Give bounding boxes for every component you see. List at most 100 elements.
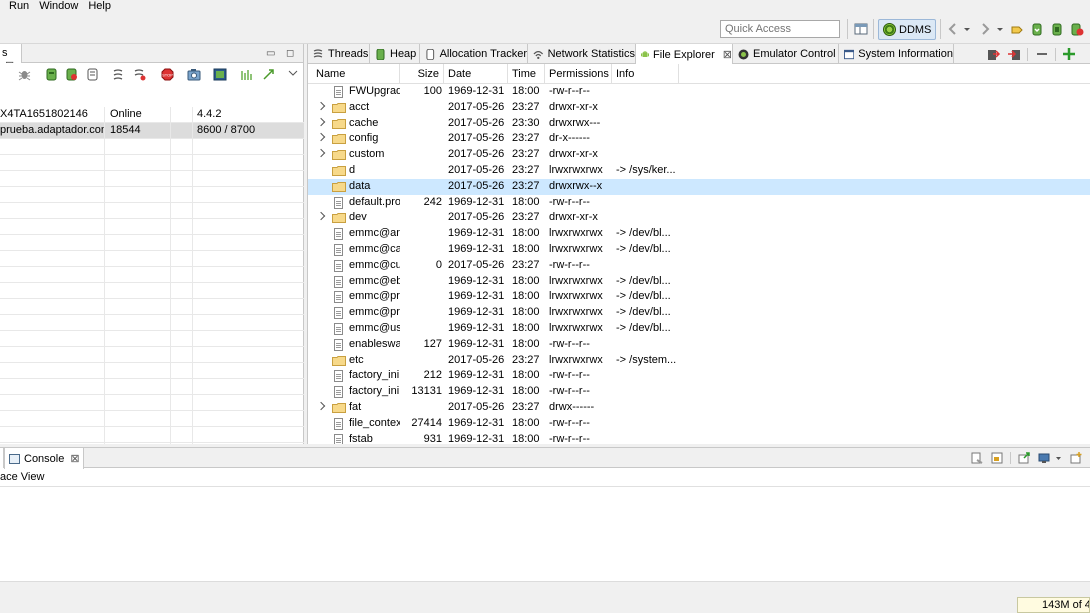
tab-devices[interactable]: s ⊠: [0, 44, 22, 72]
file-row[interactable]: default.pro 242 1969-12-31 18:00 -rw-r--r--: [308, 195, 1090, 211]
maximize-icon[interactable]: ◻: [286, 48, 294, 59]
file-row[interactable]: cache 2017-05-26 23:30 drwxrwx---: [308, 116, 1090, 132]
file-row[interactable]: emmc@ca 1969-12-31 18:00 lrwxrwxrwx -> /dev/…: [308, 242, 1090, 258]
new-folder-icon[interactable]: [1062, 47, 1076, 61]
close-icon[interactable]: ⊠: [70, 452, 79, 465]
device-row[interactable]: [0, 427, 304, 443]
column-header-size[interactable]: Size: [400, 64, 444, 84]
scroll-lock-icon[interactable]: [991, 452, 1003, 464]
device-row[interactable]: X4TA1651802146 Online 4.4.2: [0, 107, 304, 123]
file-row[interactable]: FWUpgrad 100 1969-12-31 18:00 -rw-r--r--: [308, 84, 1090, 100]
tab-heap[interactable]: Heap: [370, 44, 420, 64]
device-row[interactable]: [0, 235, 304, 251]
device-row[interactable]: [0, 379, 304, 395]
expand-chevron-icon[interactable]: [316, 401, 326, 411]
file-row[interactable]: emmc@pr 1969-12-31 18:00 lrwxrwxrwx -> /dev/…: [308, 289, 1090, 305]
device-row[interactable]: [0, 251, 304, 267]
device-row[interactable]: [0, 267, 304, 283]
pull-file-icon[interactable]: [1007, 47, 1021, 61]
dump-hprof-icon[interactable]: [1030, 22, 1044, 36]
menu-help[interactable]: Help: [83, 0, 116, 12]
stop-process-icon[interactable]: [1070, 22, 1084, 36]
update-heap-icon[interactable]: [46, 68, 57, 81]
display-console-icon[interactable]: [1038, 452, 1050, 464]
device-row[interactable]: [0, 171, 304, 187]
close-icon[interactable]: ⊠: [723, 48, 732, 61]
expand-chevron-icon[interactable]: [316, 117, 326, 126]
open-console-icon[interactable]: [1070, 452, 1082, 464]
tab-console[interactable]: Console ⊠: [4, 448, 84, 469]
pin-icon[interactable]: [1010, 22, 1024, 36]
tab-file-explorer[interactable]: File Explorer ⊠: [636, 44, 733, 65]
screen-capture-icon[interactable]: [187, 68, 201, 81]
column-header-time[interactable]: Time: [508, 64, 545, 84]
open-perspective-icon[interactable]: [854, 22, 868, 36]
device-row[interactable]: [0, 219, 304, 235]
expand-chevron-icon[interactable]: [316, 133, 326, 142]
file-row[interactable]: etc 2017-05-26 23:27 lrwxrwxrwx -> /system..…: [308, 353, 1090, 369]
device-row[interactable]: [0, 139, 304, 155]
quick-access-input[interactable]: [720, 20, 840, 38]
file-row[interactable]: config 2017-05-26 23:27 dr-x------: [308, 131, 1090, 147]
column-header-date[interactable]: Date: [444, 64, 508, 84]
file-row[interactable]: emmc@eb 1969-12-31 18:00 lrwxrwxrwx -> /dev/…: [308, 274, 1090, 290]
file-row[interactable]: fstab 931 1969-12-31 18:00 -rw-r--r--: [308, 432, 1090, 444]
device-row[interactable]: [0, 187, 304, 203]
debug-icon[interactable]: [18, 68, 31, 81]
tab-network-statistics[interactable]: Network Statistics: [528, 44, 636, 64]
file-row[interactable]: emmc@us 1969-12-31 18:00 lrwxrwxrwx -> /dev/…: [308, 321, 1090, 337]
view-menu-icon[interactable]: [288, 68, 298, 81]
device-row[interactable]: [0, 299, 304, 315]
file-row[interactable]: file_contex 27414 1969-12-31 18:00 -rw-r--r-…: [308, 416, 1090, 432]
device-row[interactable]: prueba.adaptador.com 18544 8600 / 8700: [0, 123, 304, 139]
device-row[interactable]: [0, 331, 304, 347]
device-row[interactable]: [0, 155, 304, 171]
forward-nav-icon[interactable]: [978, 22, 992, 36]
file-row[interactable]: data 2017-05-26 23:27 drwxrwx--x: [308, 178, 1090, 195]
device-row[interactable]: [0, 395, 304, 411]
file-row[interactable]: dev 2017-05-26 23:27 drwxr-xr-x: [308, 210, 1090, 226]
update-heap-icon[interactable]: [1050, 22, 1064, 36]
device-row[interactable]: [0, 347, 304, 363]
tab-threads[interactable]: Threads: [308, 44, 370, 64]
dump-hprof-icon[interactable]: [66, 68, 77, 81]
opengl-trace-icon[interactable]: [240, 68, 253, 81]
file-row[interactable]: emmc@cu 0 2017-05-26 23:27 -rw-r--r--: [308, 258, 1090, 274]
file-row[interactable]: factory_ini 13131 1969-12-31 18:00 -rw-r--r-…: [308, 384, 1090, 400]
column-header-info[interactable]: Info: [612, 64, 679, 84]
display-console-dropdown-icon[interactable]: [1055, 452, 1062, 464]
forward-dropdown-icon[interactable]: [996, 22, 1004, 36]
file-row[interactable]: emmc@pr 1969-12-31 18:00 lrwxrwxrwx -> /dev/…: [308, 305, 1090, 321]
device-row[interactable]: [0, 315, 304, 331]
push-file-icon[interactable]: [987, 47, 1001, 61]
tab-emulator-control[interactable]: Emulator Control: [733, 44, 839, 64]
file-row[interactable]: enableswa 127 1969-12-31 18:00 -rw-r--r--: [308, 337, 1090, 353]
column-header-name[interactable]: Name: [308, 64, 400, 84]
device-row[interactable]: [0, 283, 304, 299]
device-row[interactable]: [0, 363, 304, 379]
expand-chevron-icon[interactable]: [316, 212, 326, 221]
device-row[interactable]: [0, 411, 304, 427]
file-row[interactable]: emmc@an 1969-12-31 18:00 lrwxrwxrwx -> /dev/…: [308, 226, 1090, 242]
delete-icon[interactable]: [1035, 47, 1049, 61]
tab-allocation-tracker[interactable]: Allocation Tracker: [420, 44, 528, 64]
file-row[interactable]: d 2017-05-26 23:27 lrwxrwxrwx -> /sys/ker...: [308, 163, 1090, 179]
cause-gc-icon[interactable]: [87, 68, 98, 81]
tab-system-information[interactable]: System Information: [839, 44, 954, 64]
file-row[interactable]: acct 2017-05-26 23:27 drwxr-xr-x: [308, 100, 1090, 116]
hierarchy-view-icon[interactable]: [262, 68, 275, 81]
back-dropdown-icon[interactable]: [963, 22, 971, 36]
expand-chevron-icon[interactable]: [316, 101, 326, 111]
file-row[interactable]: fat 2017-05-26 23:27 drwx------: [308, 400, 1090, 416]
expand-chevron-icon[interactable]: [316, 148, 326, 158]
back-nav-icon[interactable]: [946, 22, 960, 36]
file-row[interactable]: custom 2017-05-26 23:27 drwxr-xr-x: [308, 147, 1090, 163]
heap-status[interactable]: 143M of 49: [1017, 597, 1090, 613]
update-threads-icon[interactable]: [112, 68, 125, 81]
stop-icon[interactable]: STOP: [161, 68, 174, 81]
menu-run[interactable]: Run: [0, 0, 34, 12]
menu-window[interactable]: Window: [34, 0, 83, 12]
minimize-icon[interactable]: ▭: [266, 48, 275, 59]
clear-console-icon[interactable]: [971, 452, 983, 464]
file-row[interactable]: factory_ini 212 1969-12-31 18:00 -rw-r--r--: [308, 368, 1090, 384]
